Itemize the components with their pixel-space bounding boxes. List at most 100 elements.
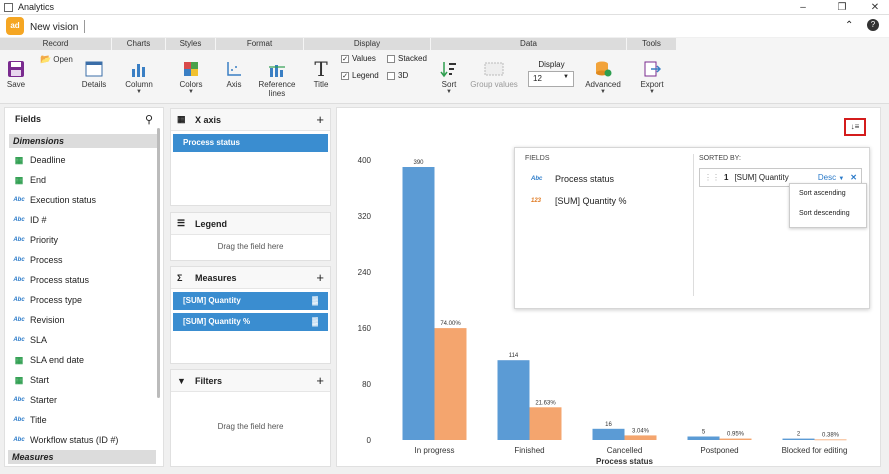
category-label: Cancelled	[607, 446, 643, 455]
field-item[interactable]: ▦ Deadline	[5, 150, 163, 170]
close-button[interactable]: ✕	[864, 0, 886, 15]
text-type-icon: Abc	[13, 437, 25, 443]
field-item[interactable]: Abc Process status	[5, 270, 163, 290]
field-item[interactable]: ▦ Start	[5, 370, 163, 390]
restore-button[interactable]: ❐	[831, 0, 853, 15]
field-label: Starter	[30, 395, 58, 405]
filters-drop-hint[interactable]: Drag the field here	[171, 392, 330, 431]
field-list: ▦ Deadline ▦ End Abc Execution status Abc ID # A…	[5, 150, 163, 450]
axis-button[interactable]: Axis	[222, 60, 246, 89]
text-type-icon: Abc	[13, 217, 25, 223]
chevron-down-icon: ▼	[563, 74, 569, 80]
field-label: Process status	[30, 275, 90, 285]
legend-checkbox[interactable]: ✓ Legend	[341, 71, 379, 80]
measures-title: Measures	[195, 272, 237, 283]
drag-handle-icon[interactable]: ⋮⋮	[704, 173, 720, 182]
checkbox-checked-icon: ✓	[341, 71, 349, 80]
field-item[interactable]: Abc Process type	[5, 290, 163, 310]
details-button[interactable]: Details	[81, 60, 107, 89]
measure-pill[interactable]: [SUM] Quantity % ▓	[173, 313, 328, 331]
sort-toggle-button[interactable]: ↓≡	[844, 118, 866, 136]
field-item[interactable]: Abc SLA	[5, 330, 163, 350]
measure-pill[interactable]: [SUM] Quantity ▓	[173, 292, 328, 310]
advanced-button[interactable]: Advanced ▼	[584, 60, 622, 95]
data-label: 3.04%	[632, 428, 650, 434]
3d-checkbox[interactable]: 3D	[387, 71, 408, 80]
category-label: Blocked for editing	[782, 446, 848, 455]
popup-field-item[interactable]: Abc Process status	[531, 174, 614, 184]
colors-button[interactable]: Colors ▼	[177, 60, 205, 95]
title-button[interactable]: T Title	[309, 58, 333, 89]
sort-descending-option[interactable]: Sort descending	[790, 204, 866, 224]
fields-scrollbar[interactable]	[157, 128, 160, 398]
remove-sort-icon[interactable]: ✕	[850, 173, 857, 182]
column-chart-button[interactable]: Column ▼	[124, 60, 154, 95]
category-label: In progress	[414, 446, 454, 455]
data-label: 0.95%	[727, 432, 745, 438]
bar-quantity	[687, 436, 720, 440]
group-format: Format	[216, 38, 304, 50]
field-item[interactable]: Abc Title	[5, 410, 163, 430]
calendar-icon: ▦	[14, 154, 24, 165]
values-checkbox[interactable]: ✓ Values	[341, 54, 376, 63]
bar-chart-icon: ▓	[312, 317, 318, 326]
field-item[interactable]: Abc Process	[5, 250, 163, 270]
open-button[interactable]: 📂 Open	[40, 54, 73, 65]
window-title: Analytics	[18, 2, 55, 12]
field-item[interactable]: Abc Workflow status (ID #)	[5, 430, 163, 450]
x-axis-field-pill[interactable]: Process status	[173, 134, 328, 152]
reference-lines-button[interactable]: Reference lines	[255, 60, 299, 98]
add-icon[interactable]: +	[316, 373, 324, 388]
group-styles: Styles	[166, 38, 216, 50]
reference-lines-icon	[269, 65, 285, 77]
text-type-icon: Abc	[13, 277, 25, 283]
display-count-select[interactable]: 12 ▼	[528, 71, 574, 87]
field-label: SLA	[30, 335, 48, 345]
field-item[interactable]: ▦ SLA end date	[5, 350, 163, 370]
fields-title: Fields	[15, 114, 42, 124]
fields-panel: Fields ⚲ Dimensions ▦ Deadline ▦ End Abc Exec…	[4, 107, 164, 467]
chevron-down-icon: ▼	[838, 176, 845, 182]
calendar-icon: ▦	[14, 354, 24, 365]
field-label: Process type	[30, 295, 83, 305]
dimensions-section[interactable]: Dimensions	[9, 134, 159, 148]
data-label: 0.38%	[822, 432, 840, 438]
x-axis-title: X axis	[195, 114, 222, 125]
measures-section[interactable]: Measures	[8, 450, 156, 464]
chevron-down-icon: ▼	[188, 89, 194, 95]
field-label: Process	[30, 255, 63, 265]
field-item[interactable]: Abc Priority	[5, 230, 163, 250]
group-values-button[interactable]: Group values	[470, 60, 518, 89]
bar-quantity	[782, 438, 815, 440]
add-icon[interactable]: +	[316, 112, 324, 127]
field-label: Revision	[30, 315, 65, 325]
stacked-checkbox[interactable]: Stacked	[387, 54, 427, 63]
field-item[interactable]: Abc Starter	[5, 390, 163, 410]
field-item[interactable]: ▦ End	[5, 170, 163, 190]
popup-field-item[interactable]: 123 [SUM] Quantity %	[531, 196, 627, 206]
data-label: 114	[509, 353, 519, 359]
field-item[interactable]: Abc ID #	[5, 210, 163, 230]
minimize-button[interactable]: –	[792, 0, 814, 15]
double-chevron-up-icon[interactable]: ⌃	[845, 20, 853, 31]
add-icon[interactable]: +	[316, 270, 324, 285]
sort-ascending-option[interactable]: Sort ascending	[790, 184, 866, 204]
text-type-icon: Abc	[531, 176, 543, 182]
chevron-down-icon: ▼	[136, 89, 142, 95]
data-label: 74.00%	[440, 321, 461, 327]
sort-button[interactable]: Sort ▼	[437, 60, 461, 95]
column-chart-icon	[132, 64, 145, 77]
database-refresh-icon	[596, 61, 612, 77]
search-icon[interactable]: ⚲	[145, 113, 153, 126]
sort-direction-dropdown[interactable]: Desc ▼	[818, 173, 844, 182]
legend-title: Legend	[195, 218, 228, 229]
help-icon[interactable]: ?	[867, 19, 879, 31]
details-icon	[85, 61, 103, 77]
field-item[interactable]: Abc Execution status	[5, 190, 163, 210]
field-item[interactable]: Abc Revision	[5, 310, 163, 330]
export-button[interactable]: Export ▼	[637, 60, 667, 95]
save-button[interactable]: Save	[4, 60, 28, 89]
field-label: Start	[30, 375, 50, 385]
legend-drop-hint[interactable]: Drag the field here	[171, 235, 330, 251]
group-tools: Tools	[627, 38, 677, 50]
